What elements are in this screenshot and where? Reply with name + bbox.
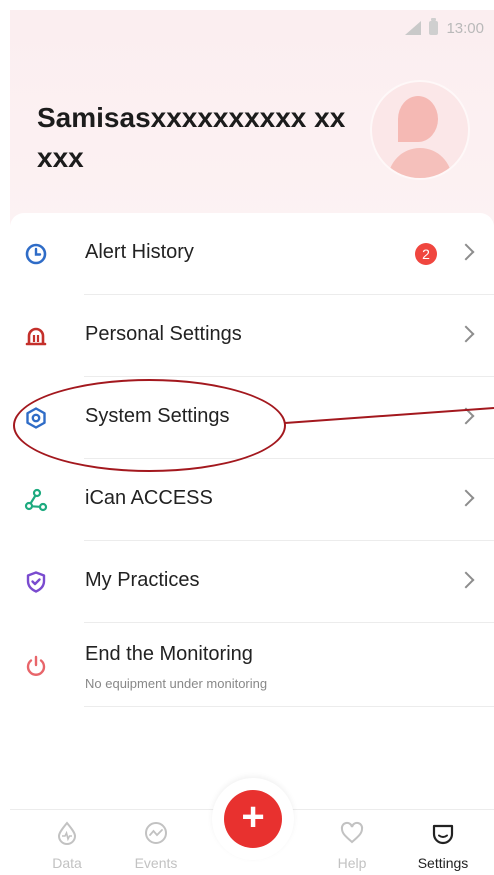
tab-data[interactable]: Data <box>32 820 102 871</box>
username: Samisasxxxxxxxxxx xxxxx <box>37 102 346 173</box>
app-screen: 13:00 Samisasxxxxxxxxxx xxxxx Alert Hist… <box>10 10 494 875</box>
status-time: 13:00 <box>446 19 484 37</box>
settings-menu-card: Alert History 2 Personal Settings System <box>10 213 494 813</box>
tab-events[interactable]: Events <box>121 820 191 871</box>
trend-icon <box>145 822 167 844</box>
chevron-right-icon <box>457 325 475 343</box>
shield-check-icon <box>26 571 46 593</box>
chevron-right-icon <box>457 243 475 261</box>
menu-item-sublabel: No equipment under monitoring <box>85 676 268 691</box>
menu-item-personal-settings[interactable]: Personal Settings <box>10 295 494 377</box>
battery-icon <box>429 18 439 35</box>
clock-icon <box>25 243 47 265</box>
tab-label: Events <box>134 855 178 871</box>
menu-item-system-settings[interactable]: System Settings <box>10 377 494 459</box>
chevron-right-icon <box>457 407 475 425</box>
avatar-head-shape <box>398 96 438 142</box>
menu-item-label: iCan ACCESS <box>85 487 213 509</box>
menu-item-end-monitoring[interactable]: End the Monitoring No equipment under mo… <box>10 623 494 707</box>
tab-settings[interactable]: Settings <box>408 820 478 871</box>
alarm-icon <box>25 327 47 346</box>
status-bar: 13:00 <box>405 16 484 40</box>
avatar-body-shape <box>388 148 452 178</box>
menu-item-label: System Settings <box>85 405 230 427</box>
alert-count-badge: 2 <box>415 243 437 265</box>
tab-label: Data <box>52 855 82 871</box>
menu-item-label: Alert History <box>85 241 194 263</box>
heart-icon <box>340 821 364 844</box>
divider <box>84 706 494 707</box>
tab-label: Help <box>337 855 367 871</box>
menu-item-label: End the Monitoring <box>85 643 253 665</box>
menu-item-ican-access[interactable]: iCan ACCESS <box>10 459 494 541</box>
hexagon-gear-icon <box>26 407 46 429</box>
share-nodes-icon <box>24 488 48 512</box>
menu-item-label: Personal Settings <box>85 323 242 345</box>
chevron-right-icon <box>457 571 475 589</box>
chevron-right-icon <box>457 489 475 507</box>
menu-item-alert-history[interactable]: Alert History 2 <box>10 213 494 295</box>
avatar[interactable] <box>370 80 470 180</box>
tab-label: Settings <box>417 855 469 871</box>
settings-icon <box>432 824 454 845</box>
power-icon <box>26 655 46 676</box>
menu-item-label: My Practices <box>85 569 200 591</box>
signal-icon <box>405 21 422 35</box>
menu-item-my-practices[interactable]: My Practices <box>10 541 494 623</box>
add-button[interactable]: + <box>224 790 282 848</box>
drop-icon <box>57 821 77 845</box>
tab-help[interactable]: Help <box>317 820 387 871</box>
